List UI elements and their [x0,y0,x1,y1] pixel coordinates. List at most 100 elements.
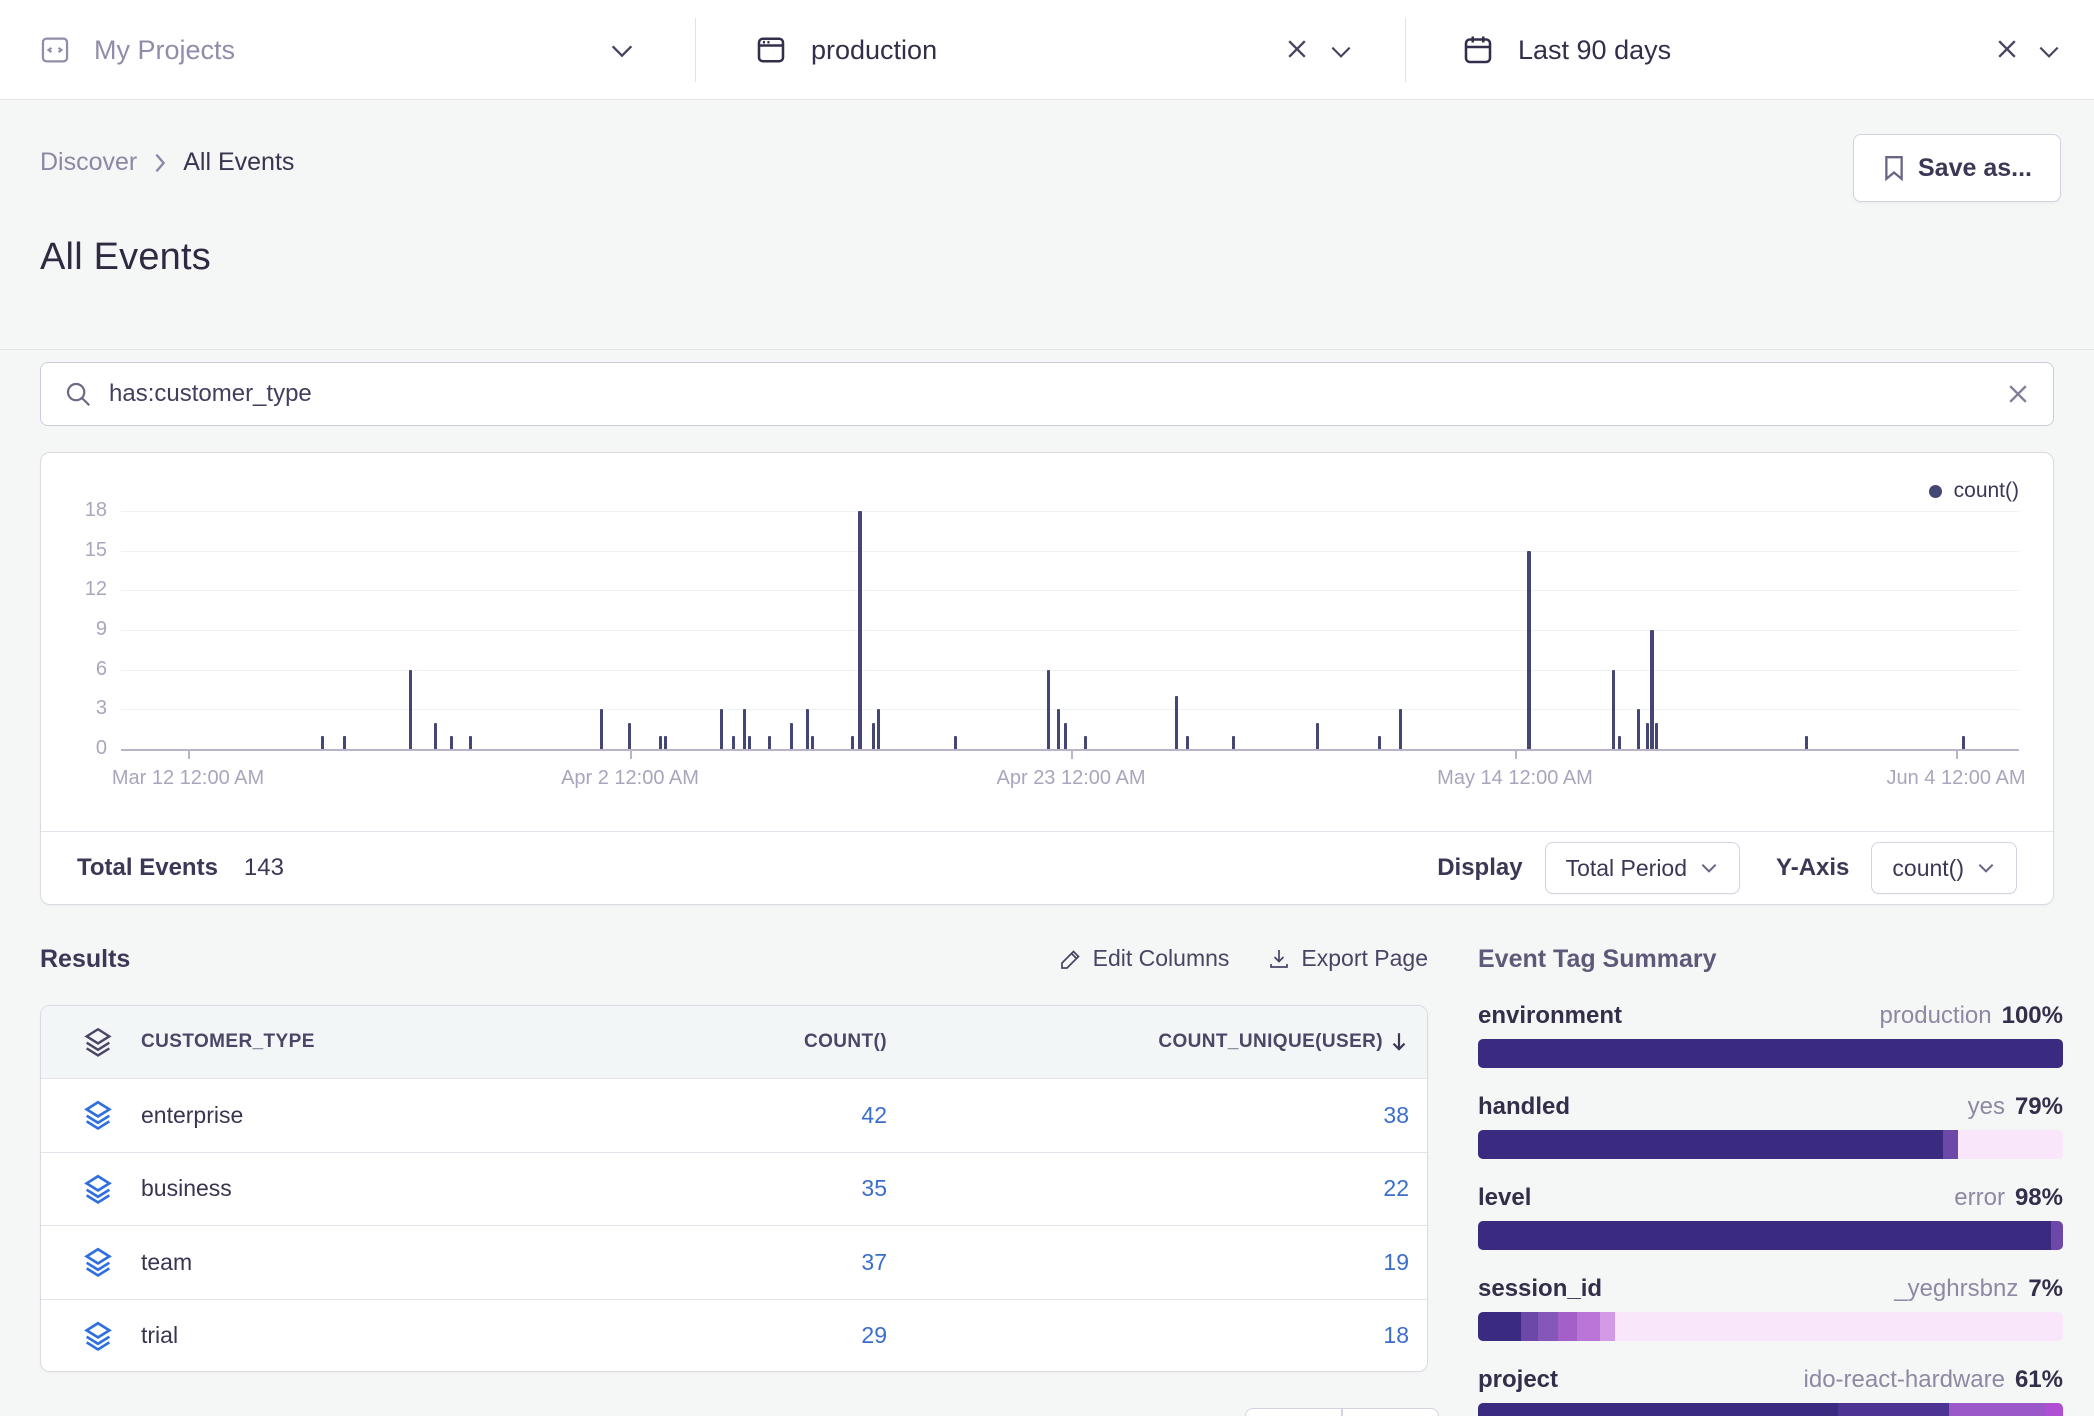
chart-bar [877,709,880,749]
tag-bar-segment [1577,1312,1600,1341]
display-label: Display [1437,854,1522,882]
chart-bar [1637,709,1640,749]
gridline [121,551,2019,552]
tag-bar[interactable] [1478,1221,2063,1250]
calendar-icon [1460,32,1496,68]
chart-bar [1064,723,1067,749]
tag-top-percent: 7% [2028,1275,2063,1303]
export-page-button[interactable]: Export Page [1267,945,1428,972]
tag-row-project: project ido-react-hardware 61% [1478,1366,2063,1416]
chart-plot[interactable]: 0369121518Mar 12 12:00 AMApr 2 12:00 AMA… [41,453,2055,833]
project-selector[interactable]: My Projects [38,0,235,100]
x-axis-tick-label: Mar 12 12:00 AM [112,767,264,790]
clear-environment-icon[interactable] [1284,36,1310,62]
global-filter-bar: My Projects production [0,0,2094,100]
display-dropdown[interactable]: Total Period [1545,842,1740,894]
tag-bar-segment [1478,1221,2051,1250]
search-input[interactable]: has:customer_type [109,380,1989,408]
breadcrumb-discover-link[interactable]: Discover [40,148,137,177]
tag-bar[interactable] [1478,1039,2063,1068]
chart-bar [450,736,453,749]
count-unique-link[interactable]: 22 [1383,1175,1409,1201]
tag-bar[interactable] [1478,1312,2063,1341]
y-axis-dropdown[interactable]: count() [1871,842,2017,894]
chart-bar [954,736,957,749]
pencil-icon [1059,947,1083,971]
y-axis-tick-label: 3 [49,697,107,720]
column-header-count[interactable]: COUNT() [637,1031,887,1053]
tag-bar-segment [1949,1403,2046,1416]
count-link[interactable]: 42 [861,1102,887,1128]
x-axis-tick-mark [1071,751,1073,759]
x-axis-tick-label: May 14 12:00 AM [1437,767,1593,790]
environment-selector-label: production [811,35,937,66]
y-axis-tick-label: 18 [49,499,107,522]
projects-icon [38,33,72,67]
clear-date-icon[interactable] [1994,36,2020,62]
search-bar[interactable]: has:customer_type [40,362,2054,426]
tag-bar[interactable] [1478,1403,2063,1416]
pagination-prev-button[interactable] [1245,1408,1342,1416]
tag-top-value: ido-react-hardware [1804,1366,2005,1394]
results-table: CUSTOMER_TYPE COUNT() COUNT_UNIQUE(USER)… [40,1005,1428,1372]
y-axis-tick-label: 15 [49,539,107,562]
count-unique-link[interactable]: 19 [1383,1249,1409,1275]
clear-search-icon[interactable] [2005,381,2031,407]
topbar-divider [1405,18,1406,82]
chart-bar [321,736,324,749]
y-axis-tick-label: 9 [49,618,107,641]
event-tag-summary: Event Tag Summary environment production… [1478,945,2063,1416]
window-icon [753,32,789,68]
tag-top-value: _yeghrsbnz [1894,1275,2018,1303]
tag-bar-segment [1538,1312,1558,1341]
save-as-button[interactable]: Save as... [1853,134,2061,202]
count-link[interactable]: 35 [861,1175,887,1201]
x-axis-tick-mark [1956,751,1958,759]
x-axis-tick-label: Apr 23 12:00 AM [997,767,1146,790]
chart-bar [1378,736,1381,749]
page-title: All Events [40,236,211,279]
date-range-selector[interactable]: Last 90 days [1460,0,1671,100]
chart-bar [1232,736,1235,749]
pagination-next-button[interactable] [1342,1408,1439,1416]
chart-bar [1047,670,1050,749]
chart-bar [1399,709,1402,749]
chart-bar [1316,723,1319,749]
edit-columns-button[interactable]: Edit Columns [1059,945,1230,972]
tag-bar[interactable] [1478,1130,2063,1159]
count-unique-link[interactable]: 38 [1383,1102,1409,1128]
chevron-down-icon[interactable] [1328,42,1354,62]
count-link[interactable]: 37 [861,1249,887,1275]
save-as-label: Save as... [1918,154,2032,183]
environment-selector[interactable]: production [753,0,937,100]
customer-type-cell: trial [141,1322,637,1349]
x-axis-line [121,749,2019,751]
topbar-divider [695,18,696,82]
column-header-customer-type[interactable]: CUSTOMER_TYPE [141,1031,637,1053]
chevron-down-icon[interactable] [2036,42,2062,62]
tag-name: level [1478,1184,1531,1212]
x-axis-tick-label: Jun 4 12:00 AM [1887,767,2026,790]
chart-bar [1612,670,1615,749]
chart-bar [872,723,875,749]
tag-bar-segment [1478,1130,1943,1159]
tag-top-percent: 79% [2015,1093,2063,1121]
x-axis-tick-mark [188,751,190,759]
breadcrumb-current: All Events [183,148,294,177]
tag-bar-segment [1838,1403,1949,1416]
tag-bar-segment [1478,1403,1838,1416]
x-axis-tick-mark [1515,751,1517,759]
count-unique-link[interactable]: 18 [1383,1322,1409,1348]
column-header-count-unique[interactable]: COUNT_UNIQUE(USER) [887,1031,1409,1053]
count-link[interactable]: 29 [861,1322,887,1348]
tag-top-value: production [1880,1002,1992,1030]
tag-bar-segment [1558,1312,1577,1341]
breadcrumb: Discover All Events [40,148,294,177]
x-axis-tick-mark [630,751,632,759]
chart-bar [806,709,809,749]
chevron-down-icon[interactable] [608,40,636,62]
chart-bar [1655,723,1658,749]
chart-bar [732,736,735,749]
customer-type-cell: team [141,1249,637,1276]
chart-bar [851,736,854,749]
